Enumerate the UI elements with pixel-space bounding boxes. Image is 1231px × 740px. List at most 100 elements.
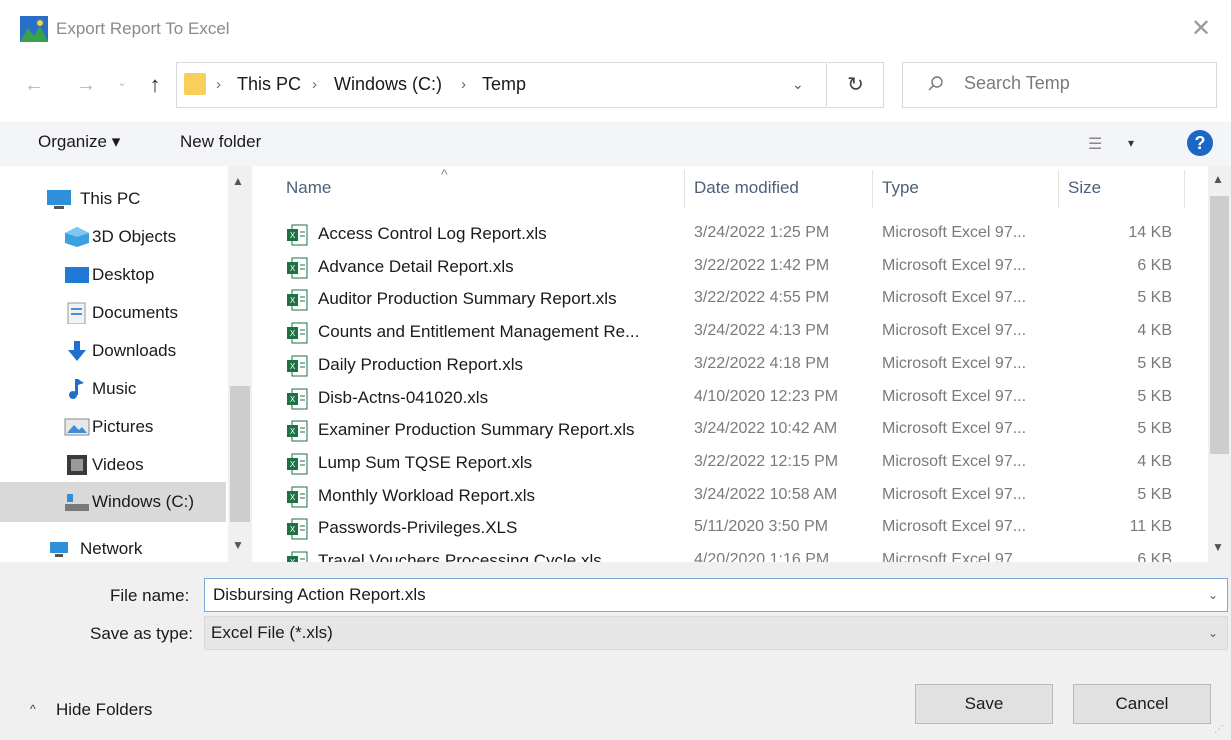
documents-icon — [67, 302, 86, 324]
file-row[interactable]: X Auditor Production Summary Report.xls 3/… — [270, 283, 1206, 315]
file-name: Daily Production Report.xls — [318, 354, 524, 374]
breadcrumb-windows-c[interactable]: Windows (C:) — [334, 74, 442, 95]
address-dropdown-icon[interactable]: ⌄ — [792, 76, 804, 93]
file-row[interactable]: X Daily Production Report.xls 3/22/2022 4:… — [270, 349, 1206, 381]
view-dropdown-icon[interactable]: ▾ — [1128, 136, 1134, 150]
sidebar-item-network[interactable]: Network — [0, 530, 226, 562]
file-name-input[interactable] — [204, 578, 1228, 612]
download-icon — [68, 341, 86, 361]
file-date-modified: 3/22/2022 4:18 PM — [694, 354, 830, 372]
file-name: Counts and Entitlement Management Re... — [318, 322, 640, 342]
sidebar-item-downloads[interactable]: Downloads — [0, 332, 226, 370]
sidebar-scroll-down-icon[interactable]: ▼ — [232, 538, 244, 552]
file-date-modified: 4/10/2020 12:23 PM — [694, 387, 839, 405]
save-as-type-label: Save as type: — [90, 624, 194, 643]
file-size: 5 KB — [1137, 485, 1172, 503]
file-date-modified: 3/24/2022 4:13 PM — [694, 322, 830, 340]
breadcrumb-temp[interactable]: Temp — [482, 74, 526, 95]
svg-text:X: X — [290, 493, 296, 502]
file-list-scroll-up-icon[interactable]: ▲ — [1212, 172, 1224, 186]
excel-file-icon: X — [287, 486, 308, 508]
breadcrumb-separator: › — [312, 76, 317, 93]
sidebar-item-videos[interactable]: Videos — [0, 446, 226, 484]
sidebar-item-label: Pictures — [92, 417, 154, 436]
file-type: Microsoft Excel 97... — [882, 224, 1027, 241]
file-name: Disb-Actns-041020.xls — [318, 387, 489, 407]
sidebar-item-desktop[interactable]: Desktop — [0, 256, 226, 294]
file-name-label: File name: — [110, 586, 190, 605]
file-name: Examiner Production Summary Report.xls — [318, 420, 635, 440]
sidebar-scrollbar-thumb[interactable] — [230, 386, 250, 522]
save-as-type-select[interactable]: Excel File (*.xls) — [204, 616, 1228, 650]
excel-file-icon: X — [287, 289, 308, 311]
file-row[interactable]: X Advance Detail Report.xls 3/22/2022 1:42… — [270, 251, 1206, 283]
file-size: 6 KB — [1137, 256, 1172, 274]
file-date-modified: 3/24/2022 10:58 AM — [694, 485, 838, 503]
file-row[interactable]: X Disb-Actns-041020.xls 4/10/2020 12:23 PM… — [270, 382, 1206, 414]
hide-folders-button[interactable]: Hide Folders — [56, 700, 152, 720]
file-name: Monthly Workload Report.xls — [318, 485, 535, 505]
new-folder-button[interactable]: New folder — [180, 132, 261, 152]
file-row[interactable]: X Counts and Entitlement Management Re...… — [270, 316, 1206, 348]
file-size: 4 KB — [1137, 322, 1172, 340]
excel-file-icon: X — [287, 257, 308, 279]
excel-file-icon: X — [287, 453, 308, 475]
search-input[interactable] — [964, 73, 1204, 94]
file-row[interactable]: X Access Control Log Report.xls 3/24/2022 … — [270, 218, 1206, 250]
refresh-button[interactable]: ↻ — [828, 62, 884, 108]
sidebar-item-windows-c[interactable]: Windows (C:) — [0, 482, 226, 522]
sidebar-item-label: This PC — [80, 189, 141, 208]
pictures-icon — [64, 418, 90, 436]
svg-text:X: X — [290, 296, 296, 305]
svg-text:X: X — [290, 362, 296, 371]
close-button[interactable]: ✕ — [1186, 14, 1216, 44]
file-size: 14 KB — [1128, 224, 1172, 241]
hide-folders-caret-icon[interactable]: ^ — [30, 702, 36, 716]
svg-text:X: X — [290, 264, 296, 273]
sidebar-item-label: Downloads — [92, 341, 177, 360]
help-button[interactable]: ? — [1187, 130, 1213, 156]
sidebar-scroll-up-icon[interactable]: ▲ — [232, 174, 244, 188]
file-row[interactable]: X Passwords-Privileges.XLS 5/11/2020 3:50 … — [270, 512, 1206, 544]
file-type: Microsoft Excel 97... — [882, 485, 1027, 503]
up-button[interactable]: ↑ — [142, 72, 168, 100]
file-row[interactable]: XTravel Vouchers Processing Cycle.xls4/2… — [270, 545, 1206, 563]
sidebar-item-label: Windows (C:) — [92, 492, 195, 511]
save-button[interactable]: Save — [915, 684, 1053, 724]
resize-grip-icon[interactable]: ⋰ — [1214, 724, 1224, 735]
sidebar-item-music[interactable]: Music — [0, 370, 226, 408]
sidebar-item-documents[interactable]: Documents — [0, 294, 226, 332]
window-title: Export Report To Excel — [56, 19, 230, 38]
save-as-type-dropdown-icon[interactable]: ⌄ — [1208, 626, 1218, 640]
file-name: Passwords-Privileges.XLS — [318, 518, 518, 538]
view-options-icon[interactable]: ☰ — [1088, 134, 1102, 154]
network-icon — [50, 542, 68, 557]
file-list-scrollbar-thumb[interactable] — [1210, 196, 1229, 454]
excel-file-icon: X — [287, 224, 308, 246]
sidebar-item-this-pc[interactable]: This PC — [0, 180, 226, 218]
excel-file-icon: X — [287, 355, 308, 377]
forward-button[interactable]: → — [74, 74, 98, 98]
breadcrumb-this-pc[interactable]: This PC — [237, 74, 301, 95]
file-row[interactable]: X Examiner Production Summary Report.xls 3… — [270, 414, 1206, 446]
cancel-button[interactable]: Cancel — [1073, 684, 1211, 724]
breadcrumb-separator: › — [216, 76, 221, 93]
sidebar-item-3d-objects[interactable]: 3D Objects — [0, 218, 226, 256]
excel-file-icon: X — [287, 518, 308, 540]
file-date-modified: 3/22/2022 1:42 PM — [694, 256, 830, 274]
svg-text:X: X — [290, 460, 296, 469]
file-name: Auditor Production Summary Report.xls — [318, 289, 617, 309]
back-button[interactable]: ← — [22, 74, 46, 98]
music-icon — [69, 379, 84, 399]
sidebar-item-pictures[interactable]: Pictures — [0, 408, 226, 446]
file-list-scroll-down-icon[interactable]: ▼ — [1212, 540, 1224, 554]
sidebar-item-label: 3D Objects — [92, 227, 177, 246]
svg-text:X: X — [290, 231, 296, 240]
file-type: Microsoft Excel 97... — [882, 256, 1027, 274]
recent-locations-button[interactable]: ⌄ — [114, 76, 130, 96]
file-name-dropdown-icon[interactable]: ⌄ — [1208, 588, 1218, 602]
organize-button[interactable]: Organize ▾ — [38, 132, 120, 152]
file-row[interactable]: X Lump Sum TQSE Report.xls 3/22/2022 12:15… — [270, 447, 1206, 479]
file-type: Microsoft Excel 97... — [882, 420, 1027, 438]
file-row[interactable]: X Monthly Workload Report.xls 3/24/2022 10… — [270, 480, 1206, 512]
